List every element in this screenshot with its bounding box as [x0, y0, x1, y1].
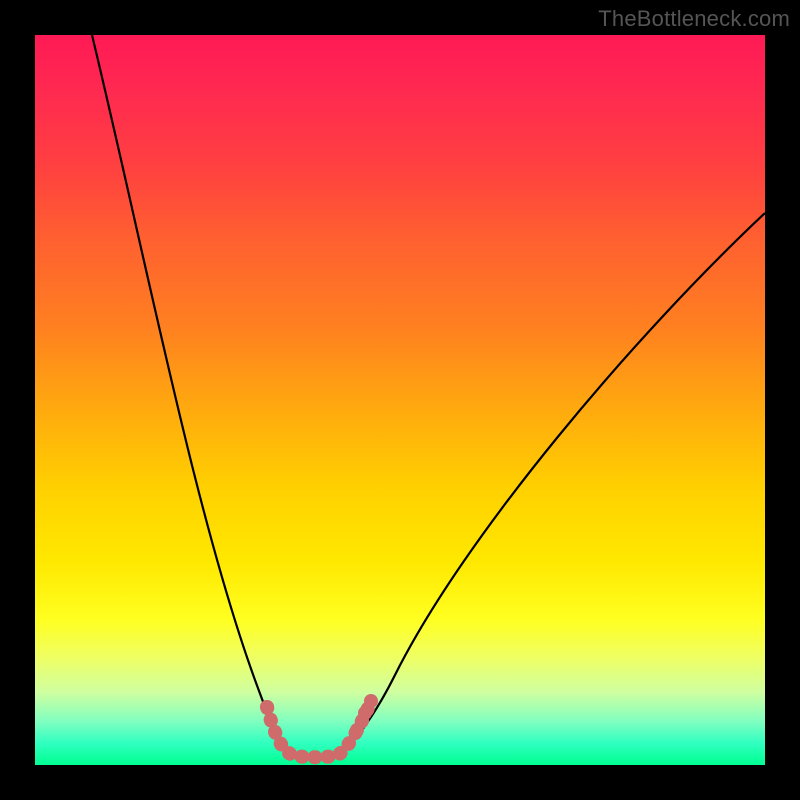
- highlight-dot: [358, 706, 372, 720]
- bottleneck-curve: [92, 35, 765, 757]
- highlight-dot: [364, 694, 378, 708]
- outer-frame: TheBottleneck.com: [0, 0, 800, 800]
- highlight-dot: [350, 723, 364, 737]
- chart-svg: [35, 35, 765, 765]
- highlight-dot: [260, 700, 274, 714]
- watermark-text: TheBottleneck.com: [598, 6, 790, 32]
- plot-area: [35, 35, 765, 765]
